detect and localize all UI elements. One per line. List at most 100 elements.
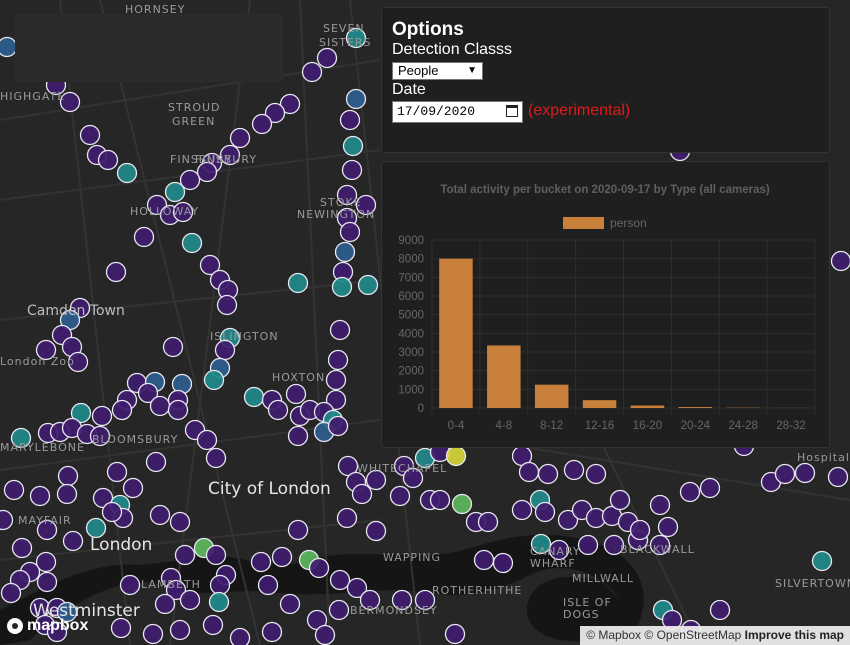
camera-marker[interactable] [342, 135, 364, 157]
camera-marker[interactable] [101, 501, 123, 523]
camera-marker[interactable] [327, 415, 349, 437]
camera-marker[interactable] [154, 593, 176, 615]
camera-marker[interactable] [511, 499, 533, 521]
mapbox-attribution-link[interactable]: © Mapbox [586, 628, 641, 642]
camera-marker[interactable] [243, 386, 265, 408]
camera-marker[interactable] [169, 619, 191, 641]
camera-marker[interactable] [181, 232, 203, 254]
camera-marker[interactable] [62, 530, 84, 552]
camera-marker[interactable] [116, 162, 138, 184]
camera-marker[interactable] [79, 124, 101, 146]
bar[interactable] [582, 400, 617, 408]
camera-marker[interactable] [149, 504, 171, 526]
date-input[interactable]: 17/09/2020 [392, 101, 523, 123]
camera-marker[interactable] [774, 463, 796, 485]
camera-marker[interactable] [334, 241, 356, 263]
camera-marker[interactable] [794, 462, 816, 484]
camera-marker[interactable] [327, 349, 349, 371]
camera-marker[interactable] [267, 399, 289, 421]
camera-marker[interactable] [3, 479, 25, 501]
camera-marker[interactable] [534, 501, 556, 523]
camera-marker[interactable] [445, 445, 467, 467]
camera-marker[interactable] [339, 221, 361, 243]
bar[interactable] [630, 405, 665, 408]
camera-marker[interactable] [477, 511, 499, 533]
camera-marker[interactable] [389, 485, 411, 507]
camera-marker[interactable] [250, 551, 272, 573]
camera-marker[interactable] [585, 463, 607, 485]
camera-marker[interactable] [287, 425, 309, 447]
camera-marker[interactable] [208, 591, 230, 613]
camera-marker[interactable] [827, 466, 849, 488]
camera-marker[interactable] [537, 463, 559, 485]
camera-marker[interactable] [142, 623, 164, 645]
calendar-icon[interactable] [506, 105, 518, 117]
camera-marker[interactable] [657, 516, 679, 538]
camera-marker[interactable] [0, 582, 22, 604]
camera-marker[interactable] [229, 627, 251, 645]
camera-marker[interactable] [110, 617, 132, 639]
camera-marker[interactable] [97, 149, 119, 171]
bar[interactable] [439, 258, 473, 408]
camera-marker[interactable] [111, 399, 133, 421]
camera-marker[interactable] [577, 534, 599, 556]
camera-marker[interactable] [133, 226, 155, 248]
camera-marker[interactable] [609, 489, 631, 511]
camera-marker[interactable] [649, 494, 671, 516]
camera-marker[interactable] [709, 599, 731, 621]
camera-marker[interactable] [257, 574, 279, 596]
camera-marker[interactable] [205, 447, 227, 469]
camera-marker[interactable] [145, 451, 167, 473]
camera-marker[interactable] [105, 261, 127, 283]
camera-marker[interactable] [169, 511, 191, 533]
legend-label[interactable]: person [610, 216, 647, 230]
osm-attribution-link[interactable]: © OpenStreetMap [644, 628, 741, 642]
camera-marker[interactable] [202, 614, 224, 636]
camera-marker[interactable] [429, 489, 451, 511]
camera-marker[interactable] [329, 319, 351, 341]
mapbox-logo[interactable]: mapbox [7, 617, 88, 635]
camera-marker[interactable] [279, 593, 301, 615]
camera-marker[interactable] [336, 507, 358, 529]
camera-marker[interactable] [287, 519, 309, 541]
camera-marker[interactable] [563, 459, 585, 481]
camera-marker[interactable] [451, 493, 473, 515]
bar[interactable] [487, 345, 521, 408]
camera-marker[interactable] [316, 47, 338, 69]
camera-marker[interactable] [301, 61, 323, 83]
camera-marker[interactable] [679, 481, 701, 503]
camera-marker[interactable] [444, 623, 466, 645]
camera-marker[interactable] [357, 274, 379, 296]
camera-marker[interactable] [830, 250, 850, 272]
improve-map-link[interactable]: Improve this map [745, 628, 844, 642]
camera-marker[interactable] [0, 509, 14, 531]
camera-marker[interactable] [196, 429, 218, 451]
camera-marker[interactable] [229, 127, 251, 149]
camera-marker[interactable] [518, 461, 540, 483]
camera-marker[interactable] [345, 88, 367, 110]
camera-marker[interactable] [328, 599, 350, 621]
camera-marker[interactable] [91, 405, 113, 427]
camera-marker[interactable] [122, 477, 144, 499]
camera-marker[interactable] [271, 546, 293, 568]
bar[interactable] [534, 384, 569, 408]
camera-marker[interactable] [164, 181, 186, 203]
camera-marker[interactable] [11, 537, 33, 559]
camera-marker[interactable] [314, 624, 336, 645]
camera-marker[interactable] [29, 485, 51, 507]
camera-marker[interactable] [162, 336, 184, 358]
camera-marker[interactable] [36, 571, 58, 593]
detection-class-select[interactable]: People ▼ [392, 62, 483, 80]
camera-marker[interactable] [473, 549, 495, 571]
camera-marker[interactable] [179, 589, 201, 611]
camera-marker[interactable] [699, 477, 721, 499]
camera-marker[interactable] [629, 519, 651, 541]
camera-marker[interactable] [351, 483, 373, 505]
camera-marker[interactable] [492, 552, 514, 574]
camera-marker[interactable] [203, 369, 225, 391]
camera-marker[interactable] [261, 621, 283, 643]
camera-marker[interactable] [119, 574, 141, 596]
camera-marker[interactable] [287, 272, 309, 294]
camera-marker[interactable] [308, 557, 330, 579]
camera-marker[interactable] [216, 294, 238, 316]
